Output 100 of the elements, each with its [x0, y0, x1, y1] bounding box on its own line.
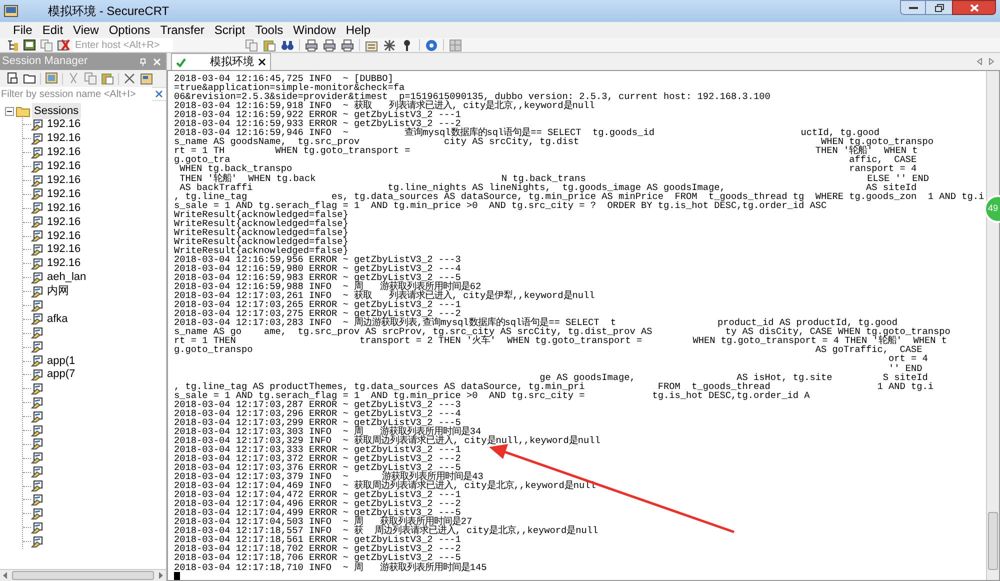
menu-item[interactable]: Window — [288, 22, 341, 38]
printer-icon[interactable] — [341, 38, 354, 52]
horizontal-scrollbar[interactable] — [0, 569, 166, 581]
menu-item[interactable]: Help — [340, 22, 376, 38]
terminal-line: 2018-03-04 12:16:59,933 ERROR ~ getZbyListV3_2 ---2 — [174, 119, 461, 128]
terminal-line: 2018-03-04 12:17:03,296 ERROR ~ getZbyListV3_2 ---4 — [174, 408, 462, 418]
tree-item[interactable]: 192.16 — [47, 230, 81, 243]
terminal-line: s_sale = 1 AND tg.serach_flag = 1 AND tg.min_price >0 AND tg.src_city = ? ORDER BY tg.is_hot DESC,tg.order_id ASC — [174, 200, 828, 210]
menu-item[interactable]: Edit — [37, 22, 68, 38]
terminal-line: 2018-03-04 12:17:18,706 ERROR ~ getZbyListV3_2 ---5 — [174, 553, 461, 563]
tree-item[interactable]: aeh_lan — [47, 271, 86, 284]
session-icon — [31, 327, 43, 340]
delete-icon[interactable] — [123, 72, 136, 85]
terminal-line: 2018-03-04 12:17:04,496 ERROR ~ getZbyListV3_2 ---2 — [174, 499, 462, 508]
properties-icon[interactable] — [140, 72, 153, 85]
scroll-right-icon[interactable] — [989, 58, 994, 65]
close-button[interactable] — [952, 0, 996, 15]
picture-frame-icon[interactable] — [45, 72, 58, 85]
terminal-line: 2018-03-04 12:17:03,379 INFO ~ 游获取列表所用时间是43 — [174, 472, 484, 482]
menu-item[interactable]: Options — [104, 22, 156, 38]
tree-item[interactable]: 内网 — [47, 285, 69, 298]
window-icon[interactable] — [23, 38, 36, 52]
collapse-icon[interactable] — [5, 106, 14, 116]
tree-icon[interactable] — [6, 38, 19, 52]
terminal-line: 2018-03-04 12:17:04,472 ERROR ~ getZbyListV3_2 ---1 — [174, 490, 462, 500]
tree-item[interactable]: 192.16 — [47, 243, 81, 256]
terminal-line: , tg.line_tag AS productThemes, tg.data_sources AS dataSource, tg.min_pri FROM t_goods_thread 1 AND tg.i — [174, 382, 934, 391]
vertical-scrollbar[interactable] — [986, 71, 999, 580]
tree-item[interactable]: 192.16 — [47, 146, 81, 160]
filter-field[interactable]: Filter by session name <Alt+I> — [0, 88, 152, 100]
menu-item[interactable]: Script — [209, 22, 250, 38]
cut-icon[interactable] — [67, 72, 80, 85]
terminal-line: 06&revision=2.5.3&side=provider&timest p=1519615090135, dubbo version: 2.5.3, current host: 192.168.3.100 — [174, 92, 772, 102]
panel-title: Session Manager — [2, 54, 88, 70]
restore-button[interactable] — [926, 0, 952, 15]
binoculars-icon[interactable] — [281, 38, 294, 52]
terminal-line: =true&application=simple-monitor&check=fa — [174, 83, 405, 92]
minimize-button[interactable] — [900, 0, 926, 15]
session-icon — [31, 368, 43, 381]
session-icon — [31, 410, 43, 423]
window-title: 模拟环境 - SecureCRT — [48, 3, 170, 20]
menu-item[interactable]: Tools — [250, 22, 288, 38]
terminal-line: THEN '轮船' WHEN tg.back N tg.back_trans ELSE '' END — [178, 174, 930, 183]
tree-item[interactable]: 192.16 — [47, 160, 81, 174]
pin-icon[interactable] — [139, 58, 147, 66]
tree-item[interactable]: 192.16 — [47, 202, 81, 215]
menu-item[interactable]: Transfer — [155, 22, 210, 38]
clear-icon[interactable] — [155, 90, 163, 98]
printer-icon[interactable] — [305, 38, 318, 52]
paste-icon[interactable] — [101, 72, 114, 85]
menu-item[interactable]: File — [8, 22, 38, 38]
terminal-line: 2018-03-04 12:17:03,372 ERROR ~ getZbyListV3_2 ---2 — [174, 454, 462, 464]
terminal-line: WriteResult{acknowledged=false} — [174, 246, 350, 255]
restore-icon — [934, 4, 944, 12]
copy-icon[interactable] — [84, 72, 97, 85]
terminal-line: 2018-03-04 12:17:04,499 ERROR ~ getZbyListV3_2 ---5 — [174, 508, 461, 518]
copy-icon[interactable] — [40, 38, 53, 52]
session-icon — [31, 313, 43, 326]
session-icon — [31, 466, 43, 478]
terminal-line: 2018-03-04 12:16:45,725 INFO ~ [DUBBO] — [174, 74, 394, 84]
menu-item[interactable]: View — [68, 22, 104, 38]
check-icon — [176, 58, 186, 66]
scrollbar-thumb[interactable] — [12, 571, 154, 580]
terminal-line: 2018-03-04 12:17:03,333 ERROR ~ getZbyListV3_2 ---1 — [174, 444, 462, 454]
new-session-icon[interactable] — [6, 72, 19, 85]
terminal-line: 2018-03-04 12:16:59,918 INFO ~ 获取 列表请求已进入, city是北京,,keyword是null — [174, 101, 595, 110]
tree-item[interactable]: 192.16 — [47, 188, 81, 201]
tree-item[interactable]: 192.16 — [47, 257, 81, 270]
tree-item[interactable]: Sessions — [32, 102, 81, 120]
tree-item[interactable]: afka — [47, 312, 68, 326]
close-icon[interactable] — [258, 58, 266, 66]
terminal-line: 2018-03-04 12:17:18,557 INFO ~ 获 周边列表请求已进入, city是北京,,keyword是null — [174, 526, 600, 536]
terminal-line: '' END — [887, 364, 922, 373]
tree-item[interactable]: 192.16 — [47, 174, 81, 187]
scroll-left-icon[interactable] — [977, 58, 982, 65]
paste-icon[interactable] — [263, 38, 276, 52]
grid-icon[interactable] — [449, 38, 462, 52]
tree-item[interactable]: app(1 — [47, 354, 76, 368]
copy-icon[interactable] — [245, 38, 258, 52]
session-icon — [31, 132, 43, 145]
tree-item[interactable]: 192.16 — [47, 216, 81, 229]
scroll-right-icon[interactable] — [158, 572, 164, 579]
tree-item[interactable]: 192.16 — [47, 118, 81, 132]
app-icon — [4, 5, 18, 17]
session-icon — [31, 244, 43, 256]
session-icon — [31, 536, 43, 548]
printer-icon[interactable] — [323, 38, 336, 52]
help-icon[interactable] — [425, 38, 438, 52]
session-icon — [31, 438, 43, 450]
tree-item[interactable]: app(7 — [47, 368, 76, 382]
tree-item[interactable]: 192.16 — [47, 132, 81, 146]
terminal-line: 2018-03-04 12:17:18,710 INFO ~ 周 游获取列表所用时间是145 — [174, 562, 488, 572]
session-icon — [31, 341, 43, 354]
disconnect-icon[interactable] — [57, 38, 70, 52]
terminal-line: WriteResult{acknowledged=false} — [174, 210, 350, 219]
terminal-line: s_sale = 1 AND tg.serach_flag = 1 AND tg.min_price >0 AND tg.src_city = tg.is_hot DESC,tg.order_id A — [174, 390, 811, 400]
scroll-left-icon[interactable] — [2, 572, 8, 579]
session-tab[interactable]: 模拟环境 — [171, 53, 271, 70]
terminal-line: rt = 1 THEN transport = 2 THEN '火车' WHEN tg.goto_transport = WHEN tg.goto_transport = 4 THEN '轮船' WHEN t — [174, 336, 947, 346]
scrollbar-thumb[interactable] — [988, 512, 998, 570]
